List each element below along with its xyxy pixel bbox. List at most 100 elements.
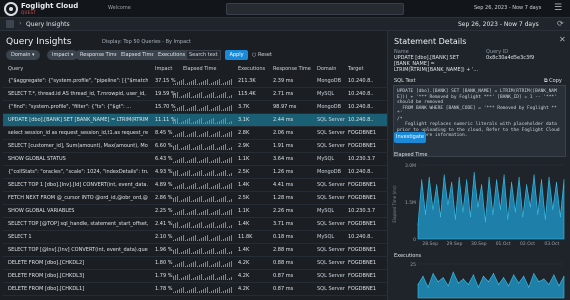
data-point [514,211,516,213]
global-search-input[interactable] [226,3,404,15]
home-icon[interactable] [6,20,14,28]
query-insights-panel: Query Insights Display: Top 50 Queries -… [0,31,387,300]
impact-cell: 1.80 % [155,260,173,266]
target-cell: FOGDBNE1 [348,286,377,292]
data-point [563,275,565,277]
search-input[interactable]: Search text [186,50,221,60]
data-point [455,218,456,220]
response-time-cell: 98.97 ms [273,104,297,110]
investigate-button[interactable]: Investigate [394,132,426,143]
executions-cell: 2.9K [238,143,250,149]
data-point [477,206,479,208]
query-grid: Query Impact Elapsed Time Executions Res… [3,64,387,300]
y-tick-label: 1.5M [405,200,416,206]
query-cell: FETCH NEXT FROM @_cursor INTO @ord_id,@o… [8,195,148,201]
data-point [544,218,546,220]
close-icon[interactable]: ✕ [559,35,566,44]
data-point [522,216,524,218]
copy-button[interactable]: ⧉ Copy [544,78,562,84]
data-point [553,274,555,276]
data-point [484,221,486,223]
col-target[interactable]: Target [348,66,363,72]
domain-cell: MySQL [317,91,335,97]
user-menu-icon[interactable]: ☰ [554,3,562,13]
table-row[interactable]: FETCH NEXT FROM @_cursor INTO @ord_id,@o… [3,192,387,205]
name-value: UPDATE [dbo].[BANK] SET [BANK_NAME] = LT… [394,55,479,73]
table-row[interactable]: DELETE FROM [dbo].[CHKDL2] 1.80 % 4.2K 0.88… [3,257,387,270]
data-point [556,181,557,183]
data-point [467,284,469,285]
data-point [478,286,479,288]
col-executions[interactable]: Executions [238,66,265,72]
filter-impact[interactable]: Impact ▾ [47,50,79,60]
col-elapsed[interactable]: Elapsed Time [183,66,216,72]
apply-button[interactable]: Apply [225,50,248,60]
table-row[interactable]: DELETE FROM [dbo].[CHKDL1] 1.78 % 4.2K 0.87… [3,283,387,296]
executions-cell: 1.4K [238,247,250,253]
filter-domain[interactable]: Domain ▾ [6,50,40,60]
target-cell: 10.240.8.. [348,169,374,175]
table-row[interactable]: UPDATE [dbo].[BANK] SET [BANK_NAME] = LT… [3,114,387,127]
time-range-selector[interactable]: Sep 26, 2023 - Now 7 days [458,21,539,28]
response-time-cell: 0.87 ms [273,286,294,292]
executions-cell: 2.5K [238,169,250,175]
data-point [533,174,535,176]
table-row[interactable]: {"find": "system.profile", "filter": {"t… [3,101,387,114]
table-row[interactable]: DELETE FROM [dbo].[CHKDL3] 1.79 % 4.2K 0.87… [3,270,387,283]
table-row[interactable]: {"collStats": "oracles", "scale": 1024, … [3,166,387,179]
sql-text-label: SQL Text [394,78,416,84]
data-point [466,179,468,181]
data-point [437,281,439,283]
elapsed-sparkline [173,117,233,124]
col-domain[interactable]: Domain [317,66,336,72]
data-point [452,271,454,273]
display-selector[interactable]: Display: Top 50 Queries - By Impact [102,39,191,45]
query-cell: {"collStats": "oracles", "scale": 1024, … [8,169,148,175]
impact-cell: 2.25 % [155,208,173,214]
table-row[interactable]: SELECT 1 2.10 % 11.8K 0.18 ms MySQL 10.240.8.… [3,231,387,244]
series-area [417,271,565,299]
col-response[interactable]: Response Time [273,66,311,72]
data-point [513,274,515,276]
table-row[interactable]: {"$aggregate": {"system.profile", "pipel… [3,75,387,88]
table-row[interactable]: SELECT [customer_id], Sum(amount), Max(a… [3,140,387,153]
response-time-cell: 4.41 ms [273,182,294,188]
impact-cell: 2.86 % [155,195,173,201]
col-impact[interactable]: Impact [155,66,172,72]
y-tick-label: 25 [410,262,416,268]
x-tick-label: 29.Sep [447,241,463,247]
table-row[interactable]: select session_id as request_session_id,… [3,127,387,140]
executions-cell: 2.8K [238,130,250,136]
table-row[interactable]: SHOW GLOBAL VARIABLES 2.25 % 1.1K 2.26 ms My… [3,205,387,218]
welcome-text: Welcome [108,5,131,11]
data-point [543,278,545,280]
elapsed-time-chart: 3.0M 1.5M 0 28.Sep 29.Sep 30.Sep 01.Oct 02.Oct 0… [392,163,565,247]
target-cell: FOGDBNE1 [348,143,377,149]
table-row[interactable]: SELECT T.*, thread.id AS thread_id, T.rn… [3,88,387,101]
data-point [558,285,560,287]
foglight-logo-icon[interactable] [4,2,18,16]
sql-text-box[interactable]: UPDATE [dbo].[BANK] SET [BANK_NAME] = LT… [393,85,566,157]
col-query[interactable]: Query [8,66,23,72]
reset-button[interactable]: ○ Reset [252,50,272,60]
data-point [488,176,490,178]
date-range[interactable]: Sep 26, 2023 - Now 7 days [474,5,541,11]
domain-cell: SQL Server [317,247,345,253]
statement-details-panel: Statement Details ✕ Name UPDATE [dbo].[B… [387,31,570,300]
data-point [447,285,449,287]
domain-cell: MongoDB [317,78,342,84]
domain-cell: SQL Server [317,260,345,266]
target-cell: FOGDBNE1 [348,221,377,227]
x-tick-label: 01.Oct [496,241,511,247]
refresh-icon[interactable]: ⟳ [557,19,564,28]
data-point [432,209,434,210]
response-time-cell: 2.06 ms [273,130,294,136]
table-row[interactable]: SELECT TOP [@Inv].[Inv] CONVERT(int, eve… [3,244,387,257]
table-row[interactable]: SELECT TOP 1 [dbo].[Inv].[Id] CONVERT(in… [3,179,387,192]
query-cell: SELECT 1 [8,234,32,240]
target-cell: 10.240.8.. [348,104,374,110]
data-point [457,282,459,284]
table-row[interactable]: SHOW GLOBAL STATUS 6.43 % 1.1K 3.64 ms MySQL… [3,153,387,166]
table-row[interactable]: SELECT TOP [@TOP] sql_handle, statement_… [3,218,387,231]
query-cell: SHOW GLOBAL STATUS [8,156,66,162]
